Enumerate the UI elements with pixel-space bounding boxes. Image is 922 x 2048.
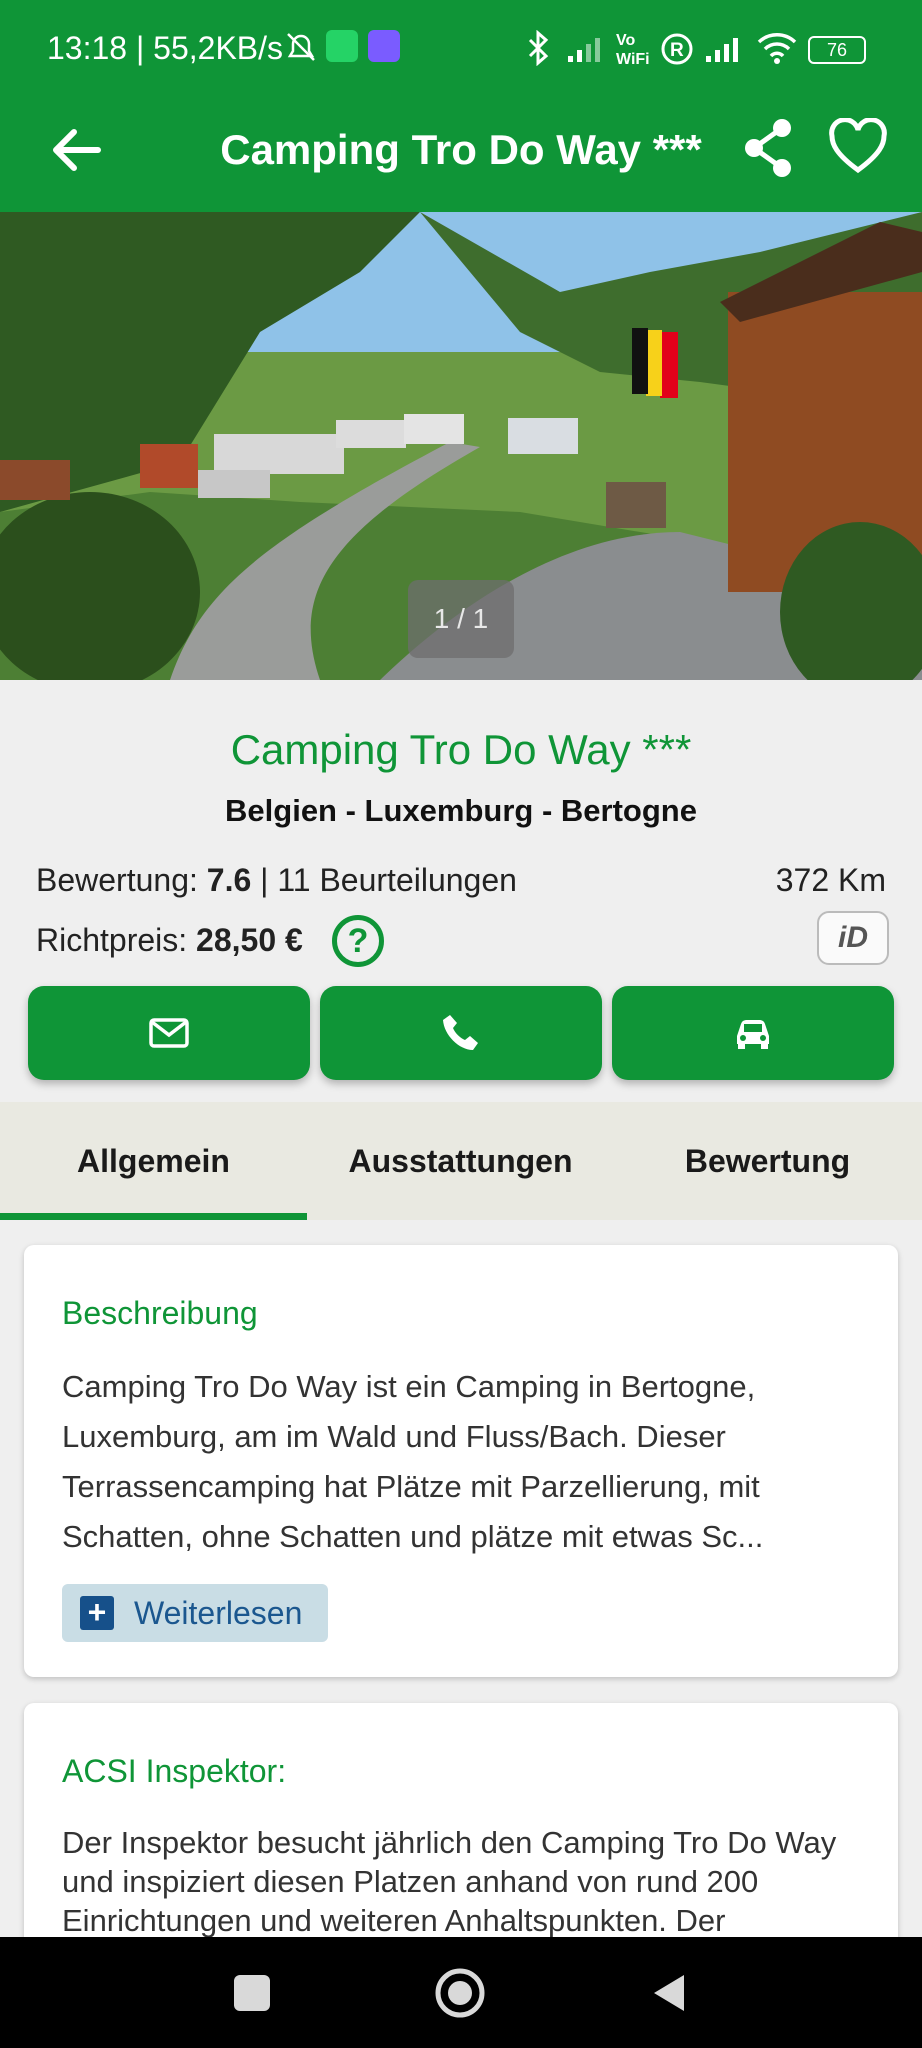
envelope-icon [149,1018,189,1048]
inspector-heading: ACSI Inspektor: [62,1753,287,1789]
svg-text:R: R [670,40,684,61]
price-label: Richtpreis: [36,922,188,958]
read-more-label: Weiterlesen [134,1594,303,1631]
plus-icon: + [80,1596,114,1630]
vowifi-icon: Vo WiFi [616,32,650,68]
call-button[interactable] [320,986,602,1080]
battery-icon: 76 [808,36,866,64]
phone-icon [443,1015,478,1050]
car-icon [737,1020,769,1049]
review-count[interactable]: | 11 Beurteilungen [260,862,517,898]
tab-ausstattungen[interactable]: Ausstattungen [307,1102,614,1220]
signal-icon-1 [568,38,600,62]
help-question-icon[interactable]: ? [332,915,384,967]
tab-bar: Allgemein Ausstattungen Bewertung [0,1102,922,1220]
system-navigation-bar [0,1937,922,2048]
home-circle-icon[interactable] [434,1967,486,2019]
svg-text:Vo: Vo [616,32,635,49]
distance: 372 Km [775,862,886,898]
favorite-heart-icon[interactable] [828,118,888,174]
messenger-icon [368,30,400,62]
campsite-region: Belgien - Luxemburg - Bertogne [225,793,697,828]
roaming-icon: R [661,33,693,65]
bluetooth-icon [528,30,549,66]
tab-allgemein[interactable]: Allgemein [0,1102,307,1220]
app-bar: Camping Tro Do Way *** [0,100,922,212]
directions-button[interactable] [612,986,894,1080]
battery-level: 76 [826,40,848,60]
signal-icon-2 [706,38,738,62]
back-triangle-icon[interactable] [650,1973,688,2013]
description-heading: Beschreibung [62,1295,258,1331]
price-line: Richtpreis: 28,50 € [36,922,303,959]
inspector-text: Der Inspektor besucht jährlich den Campi… [62,1825,837,1938]
muted-bell-icon [287,33,315,61]
email-button[interactable] [28,986,310,1080]
id-badge[interactable]: iD [817,911,889,965]
status-bar: 13:18 | 55,2KB/s Vo WiFi R 76 [0,0,922,100]
description-card: Beschreibung Camping Tro Do Way ist ein … [24,1245,898,1677]
contact-actions [28,986,894,1080]
rating-value: 7.6 [206,862,252,898]
campsite-name: Camping Tro Do Way *** [230,726,692,773]
tab-bewertung[interactable]: Bewertung [614,1102,921,1220]
read-more-button[interactable]: + Weiterlesen [62,1584,328,1642]
price-value: 28,50 € [196,922,303,958]
campsite-photo[interactable]: 1 / 1 [0,212,922,680]
rating-label: Bewertung: [36,862,198,898]
whatsapp-icon [326,30,358,62]
wifi-icon [757,33,797,64]
gallery-counter: 1 / 1 [408,580,514,658]
inspector-card: ACSI Inspektor: Der Inspektor besucht jä… [24,1703,898,1963]
description-text: Camping Tro Do Way ist ein Camping in Be… [62,1369,764,1554]
rating-line: Bewertung: 7.6 | 11 Beurteilungen [36,862,517,899]
status-time: 13:18 | 55,2KB/s [47,30,284,66]
svg-text:WiFi: WiFi [616,51,650,68]
share-icon[interactable] [742,118,794,178]
recents-square-icon[interactable] [234,1975,270,2011]
